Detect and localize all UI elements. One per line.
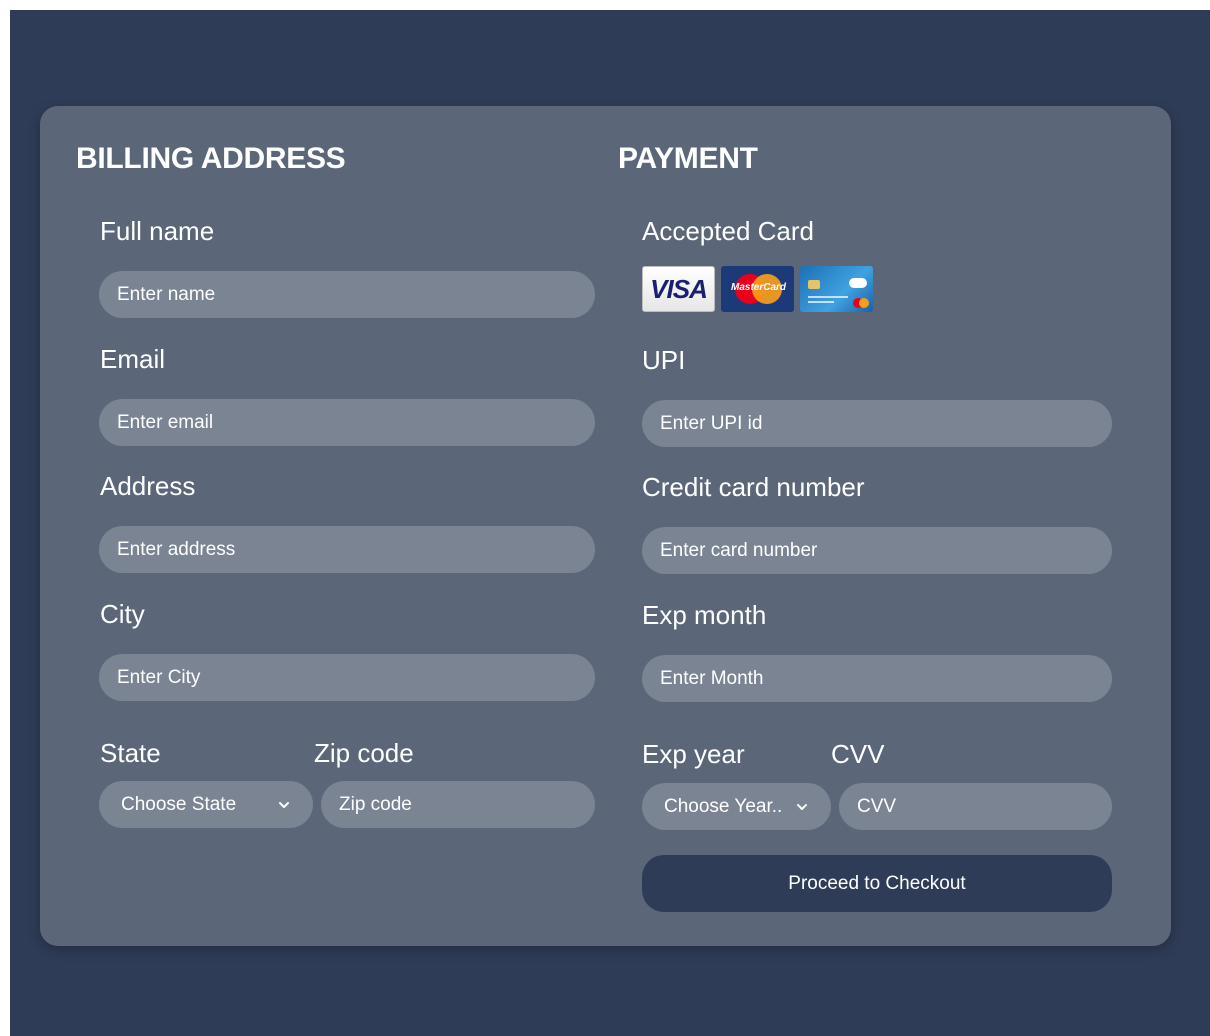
address-input[interactable]: [99, 526, 595, 573]
credit-card-number-input[interactable]: [642, 527, 1112, 574]
address-label: Address: [100, 471, 196, 501]
state-select[interactable]: Choose State: [99, 781, 313, 828]
mastercard-text: MasterCard: [731, 282, 787, 293]
payment-title: PAYMENT: [618, 142, 758, 175]
email-label: Email: [100, 344, 166, 374]
accepted-cards: VISA MasterCard: [642, 266, 873, 312]
exp-month-label: Exp month: [642, 600, 767, 630]
email-input[interactable]: [99, 399, 595, 446]
chevron-down-icon: [797, 803, 807, 810]
zip-code-input[interactable]: [321, 781, 595, 828]
upi-label: UPI: [642, 345, 686, 375]
exp-year-select[interactable]: Choose Year..: [642, 783, 831, 830]
credit-card-icon: [800, 266, 873, 312]
visa-card-text: VISA: [650, 273, 708, 304]
full-name-input[interactable]: [99, 271, 595, 318]
exp-month-input[interactable]: [642, 655, 1112, 702]
city-input[interactable]: [99, 654, 595, 701]
city-label: City: [100, 599, 145, 629]
accepted-card-label: Accepted Card: [642, 216, 814, 246]
mastercard-icon: MasterCard: [721, 266, 794, 312]
credit-card-number-label: Credit card number: [642, 472, 865, 502]
billing-address-title: BILLING ADDRESS: [76, 142, 346, 175]
proceed-to-checkout-button[interactable]: Proceed to Checkout: [642, 855, 1112, 912]
checkout-form-card: BILLING ADDRESS Full name Email Address …: [40, 106, 1171, 946]
chevron-down-icon: [279, 801, 289, 808]
zip-code-label: Zip code: [314, 738, 414, 768]
cvv-input[interactable]: [839, 783, 1112, 830]
full-name-label: Full name: [100, 216, 215, 246]
exp-year-select-value: Choose Year..: [664, 795, 783, 817]
visa-card-icon: VISA: [642, 266, 715, 312]
state-label: State: [100, 738, 161, 768]
cvv-label: CVV: [831, 739, 885, 769]
exp-year-label: Exp year: [642, 739, 745, 769]
state-select-value: Choose State: [121, 793, 237, 815]
upi-input[interactable]: [642, 400, 1112, 447]
